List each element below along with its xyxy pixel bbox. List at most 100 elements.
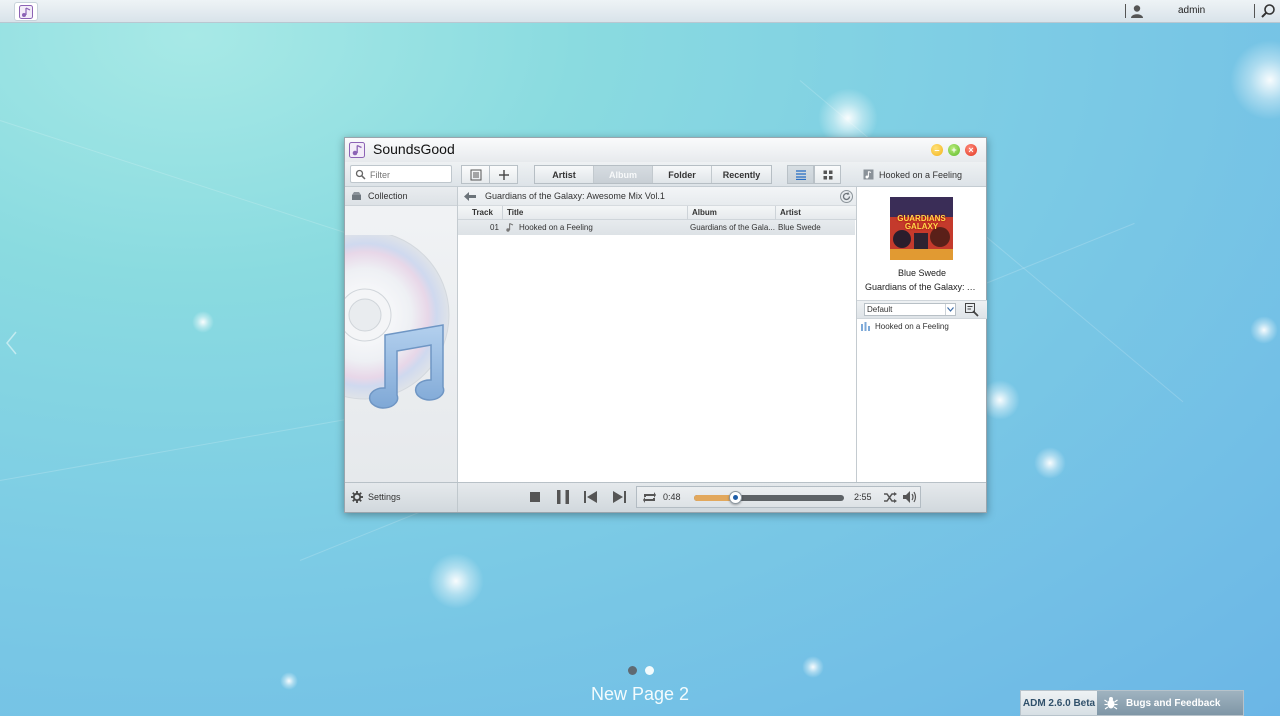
- top-bar: admin: [0, 0, 1280, 23]
- cover-title-text: GUARDIANS GALAXY: [897, 214, 946, 231]
- chevron-down-icon: [945, 304, 955, 315]
- page-title: New Page 2: [590, 684, 690, 704]
- user-icon[interactable]: [1130, 4, 1144, 18]
- grid-view-button[interactable]: [814, 165, 841, 184]
- maximize-button[interactable]: +: [948, 144, 960, 156]
- filter-box[interactable]: [350, 165, 452, 183]
- tab-folder[interactable]: Folder: [653, 166, 712, 183]
- column-header-artist[interactable]: Artist: [780, 208, 801, 217]
- search-icon[interactable]: [1260, 3, 1276, 19]
- volume-icon[interactable]: [903, 491, 917, 503]
- cell-album: Guardians of the Gala...: [690, 223, 775, 232]
- light-sparkle: [1034, 447, 1066, 479]
- drive-icon: [352, 192, 361, 200]
- list-icon: [795, 169, 806, 180]
- column-header-title[interactable]: Title: [507, 208, 523, 217]
- pause-icon[interactable]: [556, 490, 570, 504]
- light-sparkle: [1250, 316, 1278, 344]
- light-sparkle: [428, 553, 484, 609]
- gear-icon: [351, 491, 363, 503]
- stop-icon[interactable]: [529, 491, 541, 503]
- page-indicator: [628, 666, 654, 675]
- light-sparkle: [802, 656, 824, 678]
- sidebar-item-collection[interactable]: Collection: [345, 187, 457, 206]
- seek-bar: 0:48 2:55: [636, 486, 921, 508]
- column-header-album[interactable]: Album: [692, 208, 717, 217]
- column-header-track[interactable]: Track: [472, 208, 493, 217]
- list-view-button[interactable]: [787, 165, 814, 184]
- breadcrumb: Guardians of the Galaxy: Awesome Mix Vol…: [458, 187, 856, 206]
- soundsgood-window: SoundsGood – + × Artist Album Fold: [344, 137, 987, 513]
- music-note-icon: [506, 222, 514, 232]
- now-playing-title: Hooked on a Feeling: [879, 169, 963, 180]
- tab-recently[interactable]: Recently: [712, 166, 771, 183]
- minus-icon: –: [934, 144, 940, 155]
- light-sparkle: [192, 311, 214, 333]
- browse-tabs: Artist Album Folder Recently: [534, 165, 772, 184]
- equalizer-icon: [861, 322, 870, 331]
- cell-artist: Blue Swede: [778, 223, 821, 232]
- window-title: SoundsGood: [373, 141, 455, 157]
- player-controls: Settings 0:48 2:55: [345, 482, 986, 512]
- current-artist: Blue Swede: [897, 268, 947, 278]
- separator: [1125, 4, 1126, 18]
- plus-icon: [498, 169, 509, 180]
- tab-artist[interactable]: Artist: [535, 166, 594, 183]
- zoom-search-icon[interactable]: [965, 303, 979, 317]
- tab-album[interactable]: Album: [594, 166, 653, 183]
- window-titlebar[interactable]: SoundsGood – + ×: [345, 138, 986, 162]
- list-item[interactable]: Hooked on a Feeling: [861, 322, 949, 331]
- table-header: Track Title Album Artist: [458, 206, 856, 220]
- column-divider[interactable]: [775, 206, 776, 220]
- progress-handle[interactable]: [728, 491, 742, 504]
- music-app-icon: [19, 4, 33, 19]
- progress-track[interactable]: [694, 495, 844, 501]
- app-launcher-button[interactable]: [14, 2, 38, 21]
- shuffle-icon[interactable]: [884, 492, 897, 503]
- add-button[interactable]: [489, 165, 518, 184]
- version-feedback-bar: ADM 2.6.0 Beta Bugs and Feedback: [1020, 690, 1244, 716]
- bugs-feedback-button[interactable]: Bugs and Feedback: [1097, 691, 1243, 715]
- close-button[interactable]: ×: [965, 144, 977, 156]
- filter-input[interactable]: [370, 168, 448, 181]
- next-track-icon[interactable]: [613, 491, 626, 503]
- sidebar-item-label: Collection: [368, 191, 408, 201]
- now-playing: Hooked on a Feeling: [863, 169, 962, 180]
- playlist-bar: Default: [857, 300, 987, 319]
- feedback-label: Bugs and Feedback: [1126, 697, 1221, 709]
- breadcrumb-album: Guardians of the Galaxy: Awesome Mix Vol…: [485, 191, 665, 201]
- repeat-icon[interactable]: [643, 492, 656, 503]
- column-divider[interactable]: [687, 206, 688, 220]
- playlist-view-button[interactable]: [461, 165, 490, 184]
- music-disc-illustration: [345, 235, 450, 409]
- chevron-left-icon[interactable]: [4, 330, 18, 356]
- album-cover[interactable]: GUARDIANS GALAXY: [890, 197, 953, 260]
- user-name[interactable]: admin: [1178, 5, 1205, 16]
- playlist-item-label: Hooked on a Feeling: [875, 322, 949, 331]
- search-icon: [355, 169, 366, 180]
- current-time: 0:48: [663, 492, 681, 502]
- cell-track: 01: [490, 223, 499, 232]
- separator: [1254, 4, 1255, 18]
- close-icon: ×: [968, 144, 974, 155]
- page-dot[interactable]: [645, 666, 654, 675]
- settings-button[interactable]: Settings: [351, 491, 401, 503]
- sidebar: Collection: [345, 187, 458, 482]
- back-arrow-icon[interactable]: [464, 191, 476, 201]
- column-divider[interactable]: [502, 206, 503, 220]
- page-dot[interactable]: [628, 666, 637, 675]
- list-box-icon: [470, 169, 481, 180]
- table-row[interactable]: 01 Hooked on a Feeling Guardians of the …: [458, 220, 855, 235]
- divider: [457, 483, 458, 512]
- music-app-icon: [349, 142, 365, 158]
- refresh-icon[interactable]: [840, 190, 853, 203]
- total-time: 2:55: [854, 492, 872, 502]
- toolbar: Artist Album Folder Recently Hooked on a…: [345, 162, 986, 187]
- minimize-button[interactable]: –: [931, 144, 943, 156]
- version-badge[interactable]: ADM 2.6.0 Beta: [1021, 691, 1097, 715]
- playlist-select[interactable]: Default: [864, 303, 956, 316]
- playlist-select-value: Default: [867, 305, 893, 314]
- previous-track-icon[interactable]: [584, 491, 597, 503]
- now-playing-panel: GUARDIANS GALAXY Blue Swede Guardians of…: [856, 187, 987, 482]
- current-album: Guardians of the Galaxy: A...: [865, 282, 979, 292]
